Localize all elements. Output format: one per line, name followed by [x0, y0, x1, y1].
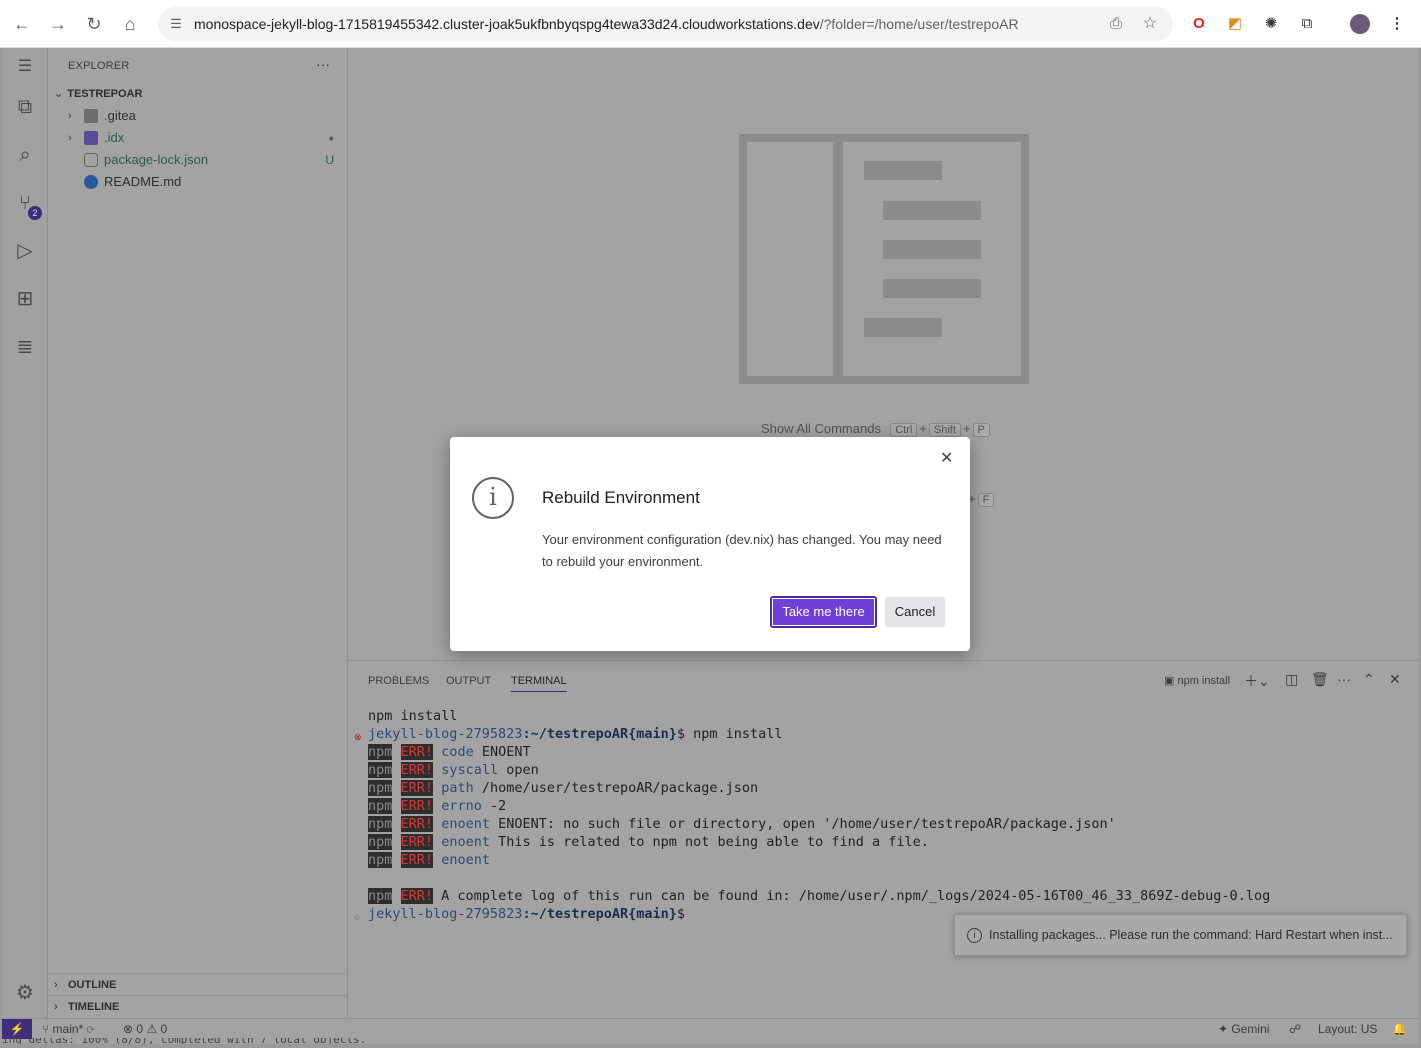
notification-toast[interactable]: i Installing packages... Please run the …	[954, 914, 1407, 956]
dialog-title: Rebuild Environment	[542, 488, 700, 507]
info-icon: i	[967, 928, 982, 943]
run-debug-icon[interactable]: ▷	[12, 238, 38, 264]
forward-icon[interactable]: →	[46, 12, 70, 36]
modified-dot: ●	[328, 133, 334, 143]
site-info-icon[interactable]: ☰	[164, 12, 188, 36]
tree-item-gitea[interactable]: › .gitea	[48, 105, 348, 127]
chevron-right-icon: ›	[54, 1001, 58, 1013]
install-app-icon[interactable]: ⎙	[1104, 12, 1128, 36]
folder-icon	[84, 109, 98, 123]
remote-indicator-icon[interactable]: ⚡	[2, 1019, 32, 1039]
tab-problems[interactable]: PROBLEMS	[368, 675, 429, 687]
settings-gear-icon[interactable]: ⚙	[12, 980, 38, 1006]
error-circle-icon: ⊗	[123, 1022, 134, 1036]
outline-section[interactable]: › OUTLINE	[48, 973, 348, 995]
shortcut-hint-2: + F	[968, 491, 996, 507]
gear-extension-icon[interactable]: ✺	[1260, 13, 1282, 35]
chevron-right-icon: ›	[54, 979, 58, 991]
git-branch-icon: ⑂	[42, 1022, 50, 1036]
outline-list-icon[interactable]: ≣	[12, 334, 38, 360]
keyboard-layout[interactable]: Layout: US	[1318, 1019, 1377, 1039]
opera-extension-icon[interactable]: O	[1188, 13, 1210, 35]
tree-item-package-lock[interactable]: package-lock.json U	[48, 149, 348, 171]
prompt-marker-icon: ○	[354, 912, 360, 922]
browser-menu-icon[interactable]: ⋮	[1386, 13, 1408, 35]
untracked-badge: U	[325, 153, 334, 167]
bottom-panel: PROBLEMS OUTPUT TERMINAL ▣ npm install ＋…	[348, 660, 1419, 1018]
sparkle-icon: ✦	[1218, 1022, 1229, 1036]
cancel-button[interactable]: Cancel	[885, 597, 945, 627]
terminal-output[interactable]: npm install jekyll-blog-2795823:~/testre…	[368, 707, 1270, 923]
extensions-icon[interactable]: ⊞	[12, 286, 38, 312]
home-icon[interactable]: ⌂	[118, 12, 142, 36]
feedback-icon[interactable]: ☍	[1289, 1019, 1301, 1039]
timeline-section[interactable]: › TIMELINE	[48, 995, 348, 1017]
activity-bar: ☰ ⧉ ⌕ ⑂ 2 ▷ ⊞ ≣ ⚙	[2, 48, 48, 1018]
editor-watermark-logo	[739, 134, 1029, 384]
split-terminal-icon[interactable]: ◫	[1285, 671, 1298, 688]
search-icon[interactable]: ⌕	[12, 142, 38, 168]
address-bar[interactable]: ☰ monospace-jekyll-blog-1715819455342.cl…	[158, 7, 1173, 41]
extensions-puzzle-icon[interactable]: ⧉	[1296, 13, 1318, 35]
terminal-selector[interactable]: ▣ npm install	[1164, 674, 1230, 687]
terminal-icon: ▣	[1164, 675, 1175, 687]
shortcut-show-commands: Show All Commands Ctrl + Shift + P	[761, 421, 992, 437]
notifications-bell-icon[interactable]: 🔔	[1392, 1019, 1407, 1039]
tab-terminal[interactable]: TERMINAL	[511, 675, 567, 692]
error-marker-icon: ⊗	[354, 732, 362, 742]
nodejs-file-icon	[84, 153, 98, 167]
gemini-indicator[interactable]: ✦ Gemini	[1218, 1019, 1269, 1039]
more-actions-icon[interactable]: ···	[316, 56, 330, 72]
rebuild-dialog: ✕ i Rebuild Environment Your environment…	[450, 437, 970, 651]
idx-folder-icon	[84, 131, 98, 145]
more-actions-icon[interactable]: ···	[1337, 671, 1351, 687]
tree-item-readme[interactable]: README.md	[48, 171, 348, 193]
git-output-overflow: ing deltas: 100% (8/8), completed with 7…	[2, 1038, 1419, 1044]
explorer-files-icon[interactable]: ⧉	[12, 94, 38, 120]
close-panel-icon[interactable]: ✕	[1389, 671, 1401, 688]
status-bar: ⚡ ⑂ main* ⟳ ⊗ 0 ⚠ 0 ✦ Gemini ☍ Layout: U…	[2, 1018, 1419, 1039]
trash-icon[interactable]: 🗑	[1311, 671, 1329, 688]
sync-icon: ⟳	[86, 1022, 94, 1036]
tree-item-idx[interactable]: › .idx ●	[48, 127, 348, 149]
color-extension-icon[interactable]: ◩	[1224, 13, 1246, 35]
info-icon: i	[472, 477, 514, 519]
warning-triangle-icon: ⚠	[146, 1022, 158, 1036]
chevron-right-icon: ›	[68, 132, 72, 144]
info-file-icon	[84, 175, 98, 189]
explorer-title: EXPLORER	[68, 60, 130, 72]
chevron-down-icon: ⌄	[54, 88, 64, 100]
menu-hamburger-icon[interactable]: ☰	[12, 54, 38, 80]
branch-indicator[interactable]: ⑂ main* ⟳	[42, 1019, 94, 1039]
tab-output[interactable]: OUTPUT	[446, 675, 491, 687]
profile-avatar[interactable]	[1350, 14, 1370, 34]
explorer-sidebar: EXPLORER ··· ⌄ TESTREPOAR › .gitea › .idx…	[48, 48, 348, 1018]
close-icon[interactable]: ✕	[940, 448, 953, 468]
back-icon[interactable]: ←	[10, 12, 34, 36]
chevron-right-icon: ›	[68, 110, 72, 122]
bookmark-star-icon[interactable]: ☆	[1138, 12, 1162, 36]
workspace-root[interactable]: ⌄ TESTREPOAR	[54, 87, 142, 100]
maximize-panel-icon[interactable]: ⌃	[1363, 671, 1375, 688]
toast-message: Installing packages... Please run the co…	[989, 928, 1393, 942]
scm-badge: 2	[28, 206, 42, 220]
browser-toolbar: ← → ↻ ⌂ ☰ monospace-jekyll-blog-17158194…	[0, 0, 1421, 48]
dialog-message: Your environment configuration (dev.nix)…	[542, 532, 942, 569]
take-me-there-button[interactable]: Take me there	[770, 596, 877, 628]
problems-indicator[interactable]: ⊗ 0 ⚠ 0	[123, 1019, 167, 1039]
reload-icon[interactable]: ↻	[82, 12, 106, 36]
url-text[interactable]: monospace-jekyll-blog-1715819455342.clus…	[194, 16, 1019, 32]
new-terminal-icon[interactable]: ＋⌄	[1244, 671, 1270, 691]
